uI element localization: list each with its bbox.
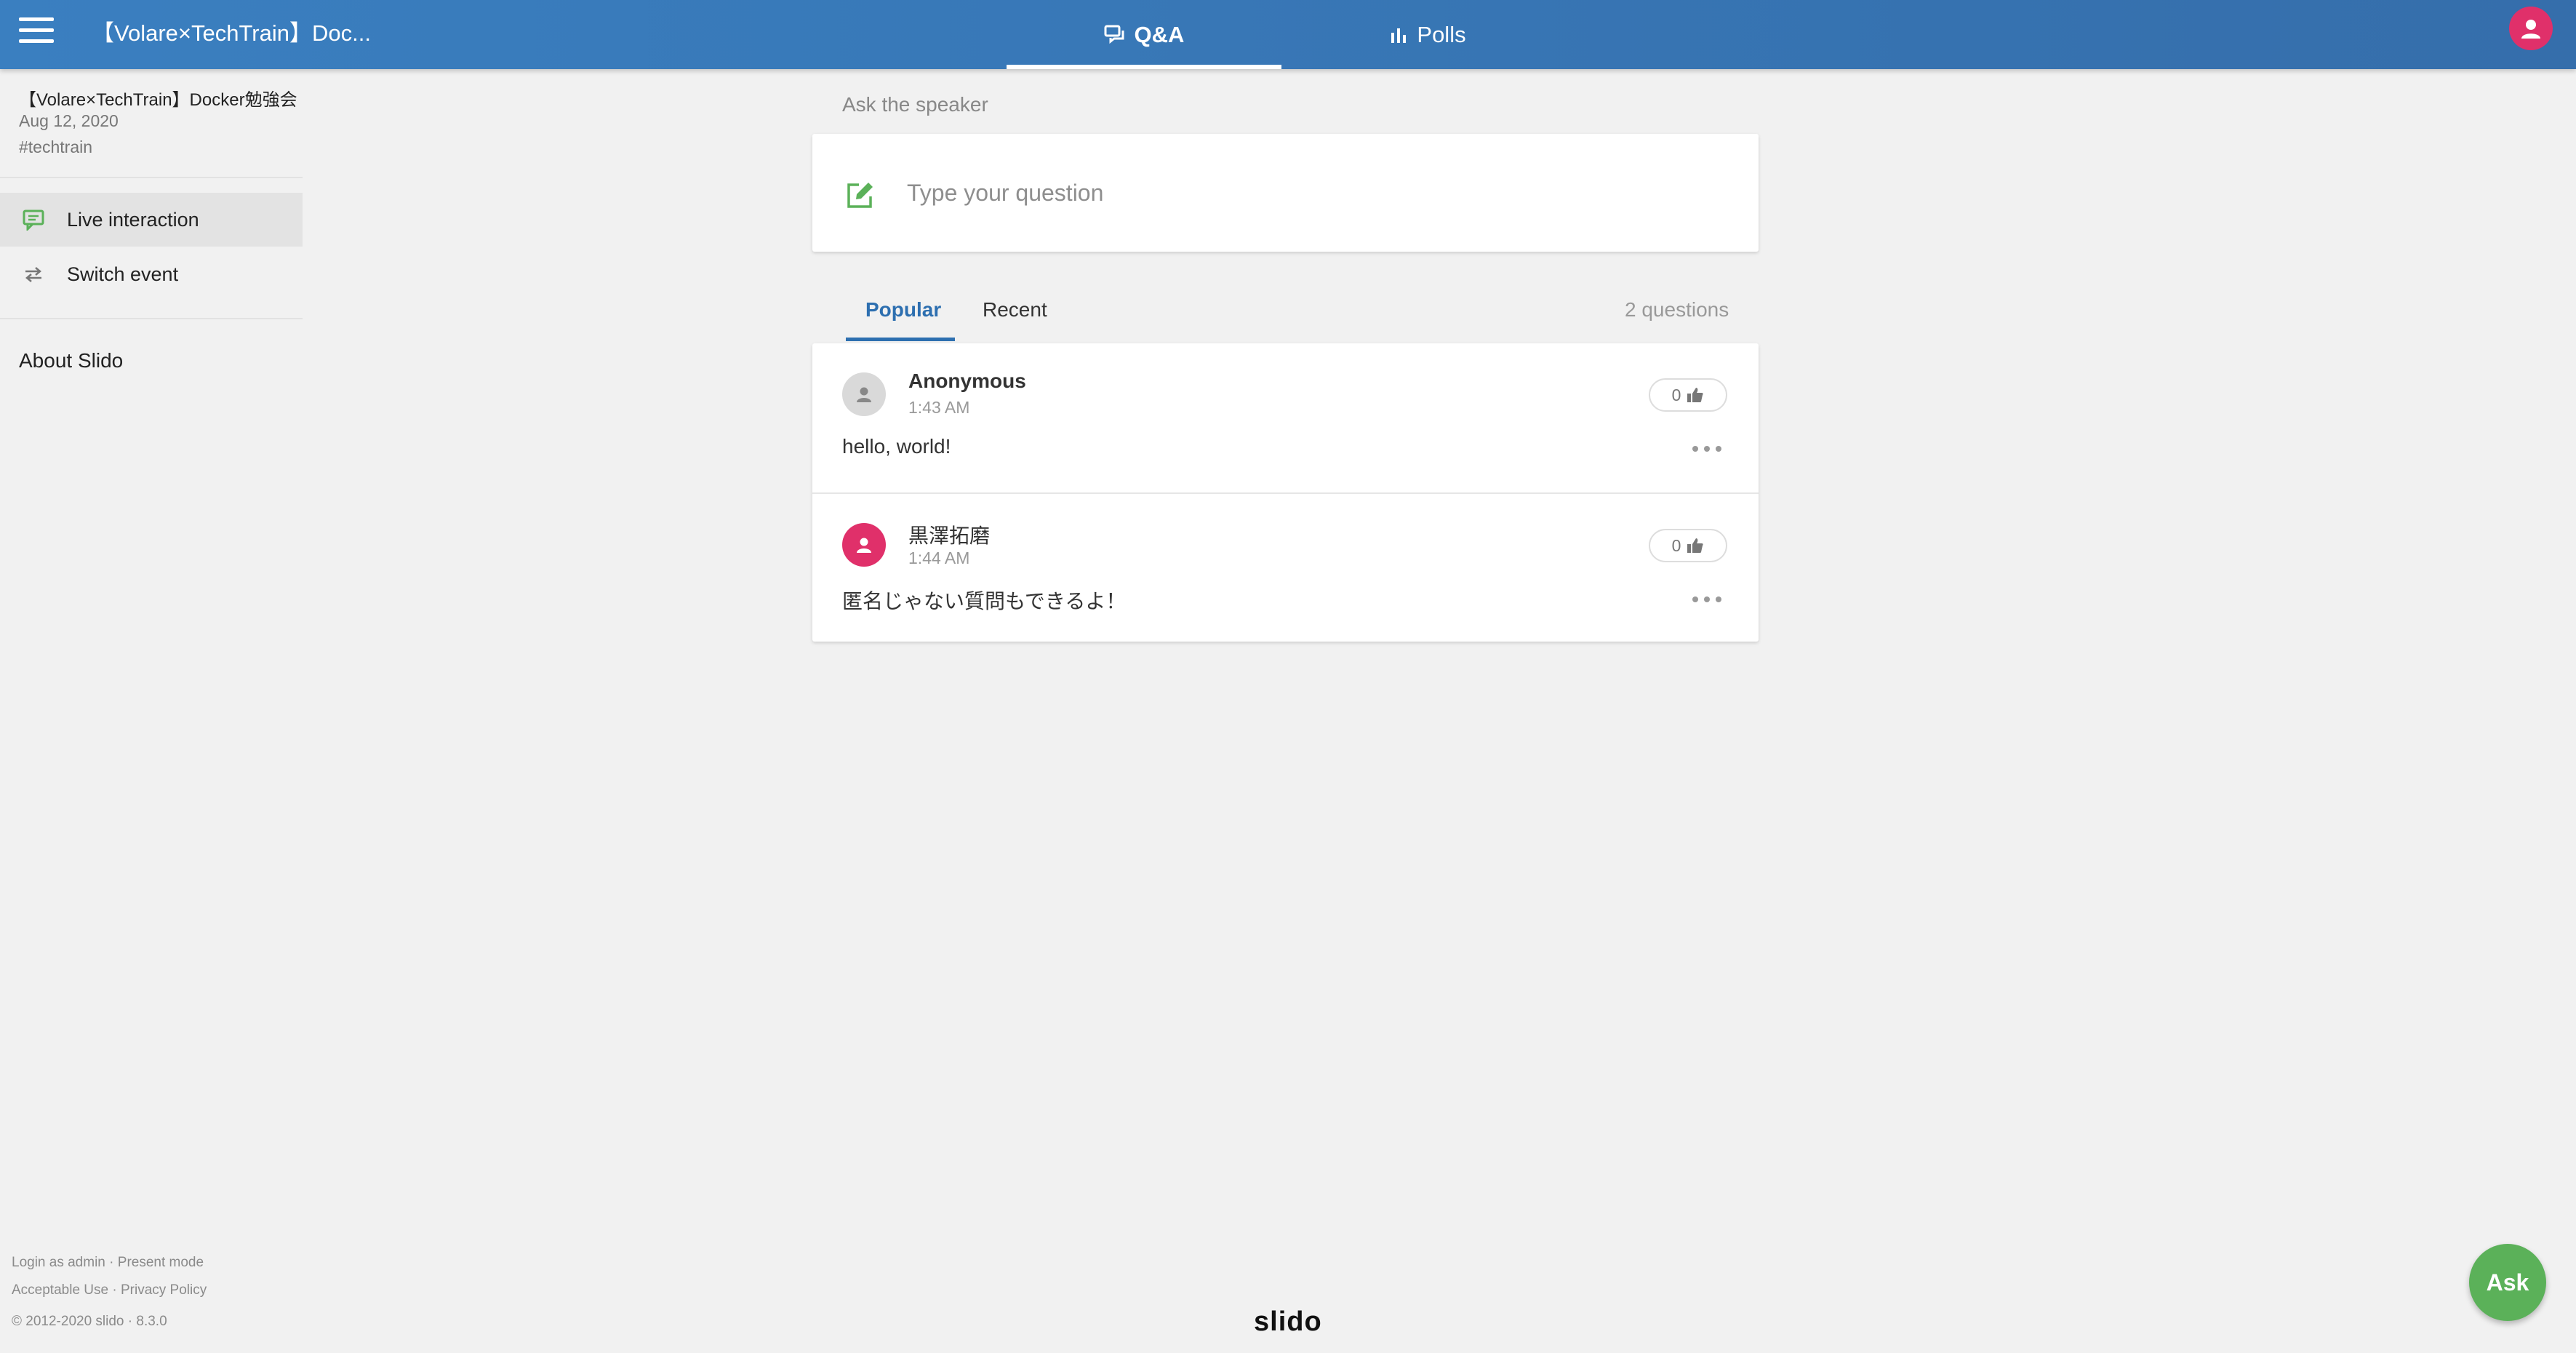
- question-item: Anonymous 1:43 AM hello, world! 0: [812, 343, 1759, 492]
- like-button[interactable]: 0: [1649, 378, 1727, 412]
- like-count: 0: [1671, 535, 1681, 555]
- present-mode-link[interactable]: Present mode: [118, 1255, 204, 1270]
- person-icon: [857, 387, 871, 402]
- separator: ·: [109, 1255, 114, 1270]
- sidebar-item-switch-event[interactable]: Switch event: [0, 247, 303, 301]
- footer-admin-links: Login as admin · Present mode: [12, 1255, 204, 1271]
- chat-bubbles-icon: [1104, 25, 1124, 44]
- question-count: 2 questions: [1625, 298, 1729, 321]
- person-icon: [857, 538, 871, 553]
- separator: ·: [112, 1282, 117, 1298]
- sidebar-item-label: Live interaction: [67, 208, 199, 231]
- question-box[interactable]: [812, 134, 1759, 252]
- question-text: hello, world!: [842, 435, 951, 458]
- sidebar-item-live-interaction[interactable]: Live interaction: [0, 193, 303, 247]
- question-time: 1:43 AM: [908, 398, 970, 417]
- divider: [0, 318, 303, 319]
- question-item: 黒澤拓磨 1:44 AM 匿名じゃない質問もできるよ！ 0: [812, 492, 1759, 643]
- privacy-policy-link[interactable]: Privacy Policy: [121, 1282, 207, 1298]
- divider: [0, 177, 303, 178]
- tab-polls-label: Polls: [1417, 21, 1466, 47]
- login-admin-link[interactable]: Login as admin: [12, 1255, 105, 1270]
- user-avatar[interactable]: [2509, 7, 2553, 50]
- thumbs-up-icon: [1687, 538, 1704, 553]
- tab-qa-label: Q&A: [1134, 21, 1185, 47]
- like-count: 0: [1671, 385, 1681, 404]
- avatar: [842, 523, 886, 567]
- ask-button[interactable]: Ask: [2469, 1244, 2546, 1321]
- tab-popular[interactable]: Popular: [865, 298, 941, 322]
- active-sort-indicator: [846, 338, 955, 341]
- swap-arrows-icon: [25, 267, 41, 282]
- sidebar-event-date: Aug 12, 2020: [19, 111, 119, 130]
- acceptable-use-link[interactable]: Acceptable Use: [12, 1282, 108, 1298]
- question-text: 匿名じゃない質問もできるよ！: [842, 590, 1127, 612]
- question-input[interactable]: [905, 163, 1737, 223]
- menu-icon[interactable]: [19, 17, 54, 44]
- live-interaction-icon: [23, 209, 44, 231]
- bar-chart-icon: [1391, 28, 1407, 43]
- question-time: 1:44 AM: [908, 548, 970, 567]
- footer-legal-links: Acceptable Use · Privacy Policy: [12, 1282, 207, 1298]
- question-author: Anonymous: [908, 370, 1026, 392]
- person-icon: [2521, 20, 2540, 39]
- top-bar: 【Volare×TechTrain】Doc... Q&A Polls: [0, 0, 2576, 69]
- event-title: 【Volare×TechTrain】Doc...: [92, 20, 371, 46]
- tab-polls[interactable]: Polls: [1359, 0, 1497, 69]
- like-button[interactable]: 0: [1649, 529, 1727, 562]
- sidebar-event-name: 【Volare×TechTrain】Docker勉強会: [19, 90, 297, 110]
- question-list: Anonymous 1:43 AM hello, world! 0 黒澤拓磨 1…: [812, 343, 1759, 642]
- tab-recent[interactable]: Recent: [983, 298, 1047, 322]
- more-options-icon[interactable]: [1692, 594, 1721, 604]
- thumbs-up-icon: [1687, 388, 1704, 402]
- sidebar-event-code: #techtrain: [19, 137, 93, 156]
- copyright: © 2012-2020 slido · 8.3.0: [12, 1314, 167, 1329]
- compose-icon: [847, 183, 873, 208]
- about-slido-link[interactable]: About Slido: [19, 349, 123, 372]
- sidebar-item-label: Switch event: [67, 263, 179, 285]
- slido-logo: slido: [1254, 1306, 1322, 1337]
- tab-qa[interactable]: Q&A: [1007, 0, 1281, 69]
- question-author: 黒澤拓磨: [908, 524, 991, 547]
- ask-speaker-label: Ask the speaker: [842, 93, 988, 116]
- sidebar: 【Volare×TechTrain】Docker勉強会 Aug 12, 2020…: [0, 69, 303, 1353]
- avatar: [842, 372, 886, 416]
- active-tab-indicator: [1007, 65, 1281, 69]
- more-options-icon[interactable]: [1692, 444, 1721, 454]
